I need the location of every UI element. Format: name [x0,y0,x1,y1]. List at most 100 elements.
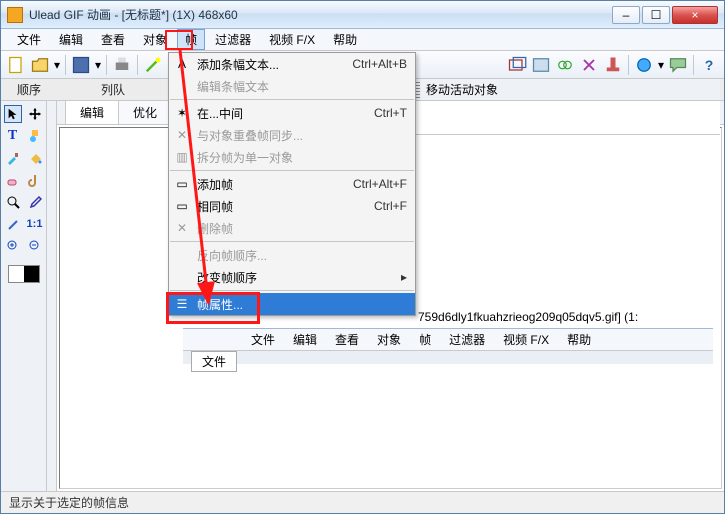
new-button[interactable] [5,54,27,76]
open-dropdown-icon[interactable]: ▾ [53,58,61,72]
magnify-icon [6,195,20,209]
status-text: 显示关于选定的帧信息 [9,494,129,511]
tool-c[interactable] [554,54,576,76]
wizard-button[interactable] [142,54,164,76]
menu-edit[interactable]: 编辑 [51,29,91,50]
mi-add-strip-text[interactable]: A 添加条幅文本... Ctrl+Alt+B [169,53,415,75]
new-file-icon [6,55,26,75]
text-icon: T [8,128,17,144]
mi-frame-properties[interactable]: ☰ 帧属性... [169,293,415,315]
smudge-tool[interactable] [26,171,44,189]
mi-add-frame[interactable]: ▭ 添加帧 Ctrl+Alt+F [169,173,415,195]
pointer-tool[interactable] [4,105,22,123]
menu-view[interactable]: 查看 [93,29,133,50]
mi-between[interactable]: ✶ 在...中间 Ctrl+T [169,102,415,124]
tool-b[interactable] [530,54,552,76]
mi-reverse-order: 反向帧顺序... [169,244,415,266]
magnify-tool[interactable] [4,193,22,211]
shape-tool[interactable] [26,127,44,145]
tool-g[interactable] [667,54,689,76]
eraser-tool[interactable] [4,171,22,189]
move-tool[interactable] [26,105,44,123]
text-a-icon: A [173,55,191,73]
sub-tab-file[interactable]: 文件 [191,351,237,372]
sub-menu-view[interactable]: 查看 [327,329,367,350]
app-icon [7,7,23,23]
titlebar: Ulead GIF 动画 - [无标题*] (1X) 468x60 – ☐ × [1,1,724,29]
mi-split-single: ▥ 拆分帧为单一对象 [169,146,415,168]
panel-title: 移动活动对象 [426,81,498,98]
zoomfit-icon [6,239,20,253]
fill-tool[interactable] [26,149,44,167]
wand2-icon [6,217,20,231]
subwin-title-fragment: 759d6dly1fkuahzrieog209q05dqv5.gif] (1: [418,310,638,324]
save-dropdown-icon[interactable]: ▾ [94,58,102,72]
minimize-icon: – [623,8,630,22]
save-button[interactable] [70,54,92,76]
menu-help[interactable]: 帮助 [325,29,365,50]
open-folder-icon [30,55,50,75]
menu-frame[interactable]: 帧 [177,29,205,50]
zoom-out-tool[interactable] [26,237,44,255]
sub-menu-edit[interactable]: 编辑 [285,329,325,350]
brush-tool[interactable] [4,149,22,167]
gutter[interactable] [47,101,57,491]
sub-menu-help[interactable]: 帮助 [559,329,599,350]
layers-icon [507,55,527,75]
bucket-icon [28,151,42,165]
menu-object[interactable]: 对象 [135,29,175,50]
eyedropper-icon [28,195,42,209]
zoomout-icon [28,239,42,253]
pointer-icon [6,107,20,121]
maximize-button[interactable]: ☐ [642,6,670,24]
sub-window: 文件 编辑 查看 对象 帧 过滤器 视频 F/X 帮助 文件 [183,328,713,364]
open-button[interactable] [29,54,51,76]
sub-menu-object[interactable]: 对象 [369,329,409,350]
menu-videofx[interactable]: 视频 F/X [261,29,323,50]
tab-edit[interactable]: 编辑 [65,100,119,124]
sync-icon: ✕ [173,126,191,144]
print-button[interactable] [111,54,133,76]
mi-change-order[interactable]: 改变帧顺序 ▸ [169,266,415,288]
menu-file[interactable]: 文件 [9,29,49,50]
tab-optimize[interactable]: 优化 [118,100,172,124]
mi-edit-strip-text: 编辑条幅文本 [169,75,415,97]
minimize-button[interactable]: – [612,6,640,24]
left-toolbox: T 1:1 [1,101,47,491]
frame-dropdown: A 添加条幅文本... Ctrl+Alt+B 编辑条幅文本 ✶ 在...中间 C… [168,52,416,316]
finger-icon [28,173,42,187]
tool-e[interactable] [602,54,624,76]
image-icon [531,55,551,75]
sub-menu-videofx[interactable]: 视频 F/X [495,329,557,350]
shape-icon [28,129,42,143]
mi-del-frame: ✕ 删除帧 [169,217,415,239]
eraser-icon [6,173,20,187]
sub-menu-file[interactable]: 文件 [243,329,283,350]
eyedrop-tool[interactable] [26,193,44,211]
globe-dropdown-icon[interactable]: ▾ [657,58,665,72]
sub-menu-frame[interactable]: 帧 [411,329,439,350]
help-button[interactable]: ? [698,54,720,76]
scissors-icon [579,55,599,75]
tool-d[interactable] [578,54,600,76]
mi-same-frame[interactable]: ▭ 相同帧 Ctrl+F [169,195,415,217]
stamp-icon [603,55,623,75]
panel-header: 移动活动对象 [410,79,720,101]
text-tool[interactable]: T [4,127,22,145]
sub-menu-filter[interactable]: 过滤器 [441,329,493,350]
split-icon: ▥ [173,148,191,166]
wand-tool[interactable] [4,215,22,233]
grip-icon[interactable] [416,82,420,98]
menubar: 文件 编辑 查看 对象 帧 过滤器 视频 F/X 帮助 [1,29,724,51]
zoom-fit-tool[interactable] [4,237,22,255]
same-frame-icon: ▭ [173,197,191,215]
menu-filter[interactable]: 过滤器 [207,29,259,50]
one-one-icon: 1:1 [27,218,43,230]
close-button[interactable]: × [672,6,718,24]
close-icon: × [691,8,698,22]
tool-f[interactable] [633,54,655,76]
tool-a[interactable] [506,54,528,76]
window-title: Ulead GIF 动画 - [无标题*] (1X) 468x60 [29,6,612,23]
actual-size-tool[interactable]: 1:1 [26,215,44,233]
color-swatch[interactable] [8,265,40,283]
